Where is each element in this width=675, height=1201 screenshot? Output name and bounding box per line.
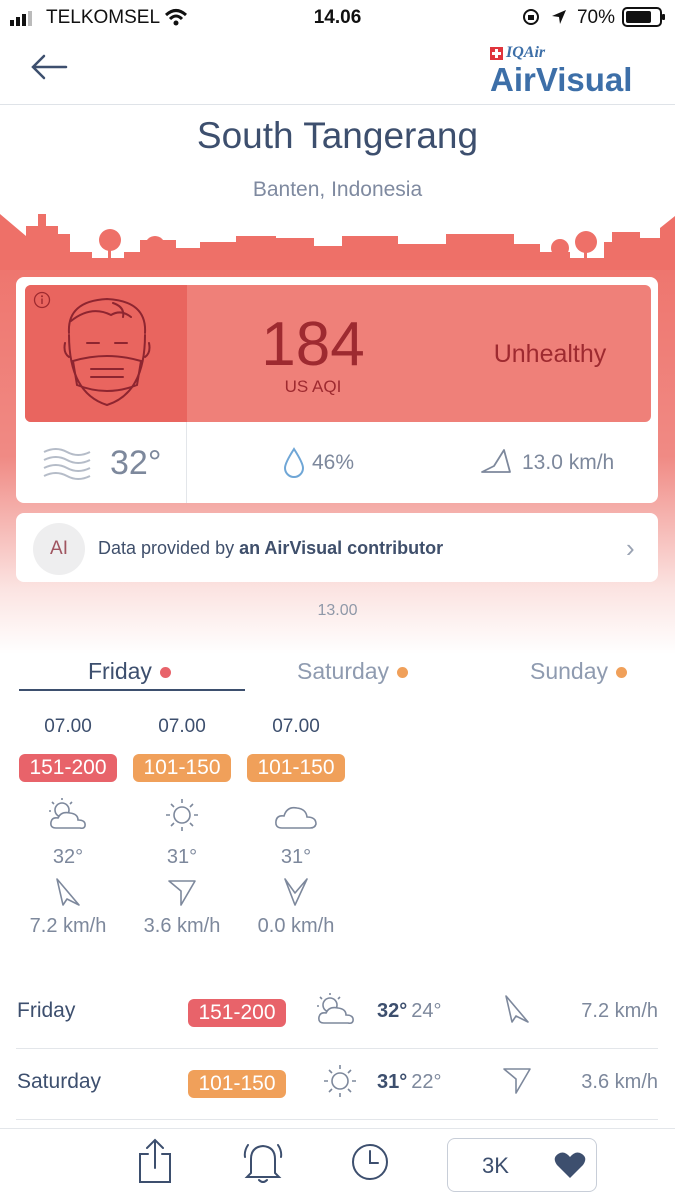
hourly-forecast-item: 07.00 101-150 31° 3.6 km/h: [126, 712, 238, 938]
wind-direction-icon: [126, 875, 238, 911]
tab-label: Saturday: [297, 658, 390, 684]
region-name: Banten, Indonesia: [252, 178, 423, 201]
source-contributor: an AirVisual contributor: [239, 538, 444, 558]
aqi-dot: [616, 667, 628, 679]
hourly-forecast-item: 07.00 151-200 32° 7.2 km/h: [12, 712, 124, 938]
contributor-avatar: AI: [33, 523, 85, 575]
alarm-bell-icon[interactable]: [242, 1139, 284, 1185]
current-wind: 13.0 km/h: [522, 451, 615, 474]
haze-icon: [43, 448, 91, 480]
app-header: IQAir AirVisual: [0, 36, 675, 105]
data-source-text: Data provided by an AirVisual contributo…: [98, 538, 443, 559]
aqi-range-badge: 101-150: [133, 754, 231, 782]
wind-direction-icon: [500, 1063, 534, 1102]
aqi-face-panel: [25, 285, 187, 422]
hour-temperature: 31°: [280, 846, 312, 868]
weather-divider: [186, 422, 187, 503]
cloud-icon: [240, 796, 352, 834]
masked-face-icon: [63, 297, 151, 407]
tab-saturday[interactable]: Saturday: [297, 658, 409, 685]
day-wind: 3.6 km/h: [581, 1071, 658, 1093]
aqi-dot: [159, 667, 171, 679]
partly-cloudy-icon: [312, 991, 360, 1034]
aqi-range-badge: 151-200: [19, 754, 117, 782]
hour-time: 07.00: [272, 716, 320, 737]
airvisual-logo: IQAir AirVisual: [490, 43, 640, 103]
iqair-brand: IQAir: [506, 44, 546, 61]
high-temp: 31°: [377, 1071, 408, 1093]
humidity-drop-icon: [283, 447, 305, 478]
active-tab-indicator: [19, 689, 245, 691]
swiss-flag-icon: [490, 47, 503, 60]
hour-time: 07.00: [44, 716, 92, 737]
high-temp: 32°: [377, 1000, 408, 1022]
city-name: South Tangerang: [196, 115, 479, 156]
airvisual-wordmark: AirVisual: [490, 61, 633, 98]
city-skyline-illustration: [0, 208, 675, 270]
aqi-range-badge: 101-150: [188, 1070, 286, 1098]
tab-label: Sunday: [530, 658, 609, 684]
status-bar: TELKOMSEL 14.06 70%: [0, 0, 675, 36]
low-temp: 22°: [411, 1071, 442, 1093]
heart-icon: [554, 1152, 586, 1178]
aqi-status: Unhealthy: [493, 340, 607, 368]
share-icon[interactable]: [136, 1138, 174, 1184]
back-arrow-icon[interactable]: [30, 53, 68, 81]
daily-forecast-row[interactable]: Saturday 101-150 31° 22° 3.6 km/h: [16, 1049, 658, 1120]
aqi-range-badge: 101-150: [247, 754, 345, 782]
chevron-right-icon[interactable]: ›: [626, 533, 635, 564]
day-temperature: 32° 24°: [377, 1000, 442, 1023]
wind-direction-icon: [500, 992, 534, 1031]
wind-direction-icon: [240, 875, 352, 911]
favorite-count: 3K: [482, 1153, 509, 1178]
tab-sunday[interactable]: Sunday: [530, 658, 628, 685]
source-prefix: Data provided by: [98, 538, 240, 558]
wind-direction-icon: [481, 449, 511, 473]
tab-label: Friday: [88, 658, 152, 684]
sun-icon: [320, 1062, 360, 1105]
hourly-forecast-item: 07.00 101-150 31° 0.0 km/h: [240, 712, 352, 938]
aqi-dot: [397, 667, 409, 679]
day-wind: 7.2 km/h: [581, 1000, 658, 1022]
battery-percent: 70%: [576, 7, 615, 28]
location-arrow-icon: [552, 10, 566, 24]
current-humidity: 46%: [312, 451, 355, 474]
hour-wind: 7.2 km/h: [29, 915, 107, 937]
sun-icon: [126, 796, 238, 834]
hour-time: 07.00: [158, 716, 206, 737]
hour-temperature: 32°: [52, 846, 84, 868]
aqi-unit: US AQI: [284, 377, 342, 396]
wind-direction-icon: [12, 875, 124, 911]
day-name: Friday: [17, 999, 76, 1022]
favorite-button[interactable]: 3K: [447, 1138, 597, 1192]
info-icon[interactable]: [33, 291, 51, 309]
battery-icon: [622, 7, 665, 27]
clock: 14.06: [313, 7, 362, 28]
updated-time: 13.00: [317, 602, 358, 619]
hour-wind: 0.0 km/h: [257, 915, 335, 937]
rotation-lock-icon: [523, 9, 539, 25]
current-temperature: 32°: [110, 444, 162, 482]
aqi-summary: 184 US AQI Unhealthy: [25, 285, 651, 422]
aqi-range-badge: 151-200: [188, 999, 286, 1027]
aqi-value: 184: [261, 310, 365, 379]
hour-wind: 3.6 km/h: [143, 915, 221, 937]
low-temp: 24°: [411, 1000, 442, 1022]
partly-cloudy-icon: [12, 796, 124, 834]
hour-temperature: 31°: [166, 846, 198, 868]
day-name: Saturday: [17, 1070, 102, 1093]
history-clock-icon[interactable]: [350, 1142, 390, 1182]
day-temperature: 31° 22°: [377, 1071, 442, 1094]
tab-friday[interactable]: Friday: [88, 658, 171, 685]
daily-forecast-row[interactable]: Friday 151-200 32° 24° 7.2 km/h: [16, 978, 658, 1049]
